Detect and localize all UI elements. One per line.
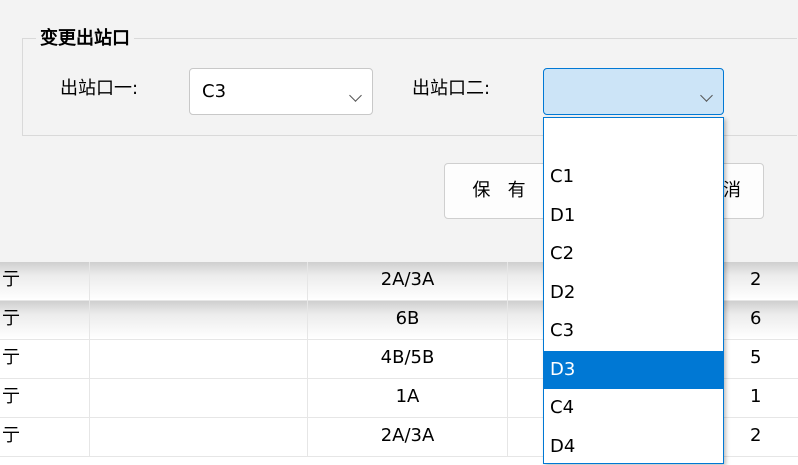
table-cell	[90, 379, 308, 418]
dropdown-option-c3[interactable]: C3	[544, 312, 723, 351]
table-cell	[90, 301, 308, 340]
cancel-button-label: 消	[723, 180, 741, 201]
exit1-value: C3	[202, 81, 227, 102]
table-cell	[90, 340, 308, 379]
table-cell: 亍	[0, 301, 90, 340]
table-cell: 2A/3A	[308, 262, 508, 301]
table-cell: 6B	[308, 301, 508, 340]
dropdown-option-c4[interactable]: C4	[544, 389, 723, 428]
exit1-combobox[interactable]: C3	[189, 68, 373, 115]
table-cell: 亍	[0, 379, 90, 418]
save-button-label: 保	[472, 180, 491, 201]
table-cell: 亍	[0, 340, 90, 379]
chevron-down-icon	[700, 89, 713, 102]
table-cell: 2	[750, 425, 762, 446]
exit1-label: 出站口一:	[60, 78, 139, 99]
table-cell: 2	[750, 269, 762, 290]
table-cell	[90, 262, 308, 301]
exit2-dropdown-list: C1 D1 C2 D2 C3 D3 C4 D4	[543, 117, 724, 464]
table-cell: 1A	[308, 379, 508, 418]
table-cell: 4B/5B	[308, 340, 508, 379]
exit2-label: 出站口二:	[412, 78, 491, 99]
dropdown-option-empty[interactable]	[544, 118, 723, 158]
table-cell: 亍	[0, 418, 90, 457]
table-cell: 1	[750, 386, 762, 407]
dropdown-option-c2[interactable]: C2	[544, 235, 723, 274]
dropdown-option-c1[interactable]: C1	[544, 158, 723, 197]
chevron-down-icon	[349, 89, 362, 102]
table-cell: 亍	[0, 262, 90, 301]
save-button-label-partial: 有	[507, 180, 526, 201]
table-cell: 2A/3A	[308, 418, 508, 457]
table-cell: 6	[750, 308, 762, 329]
table-cell: 5	[750, 347, 762, 368]
exit2-combobox[interactable]	[543, 68, 724, 115]
groupbox-title: 变更出站口	[36, 26, 134, 52]
dropdown-option-d3[interactable]: D3	[544, 350, 723, 389]
table-cell	[90, 418, 308, 457]
dropdown-option-d2[interactable]: D2	[544, 274, 723, 313]
dropdown-option-d4[interactable]: D4	[544, 428, 723, 464]
dropdown-option-d1[interactable]: D1	[544, 197, 723, 236]
